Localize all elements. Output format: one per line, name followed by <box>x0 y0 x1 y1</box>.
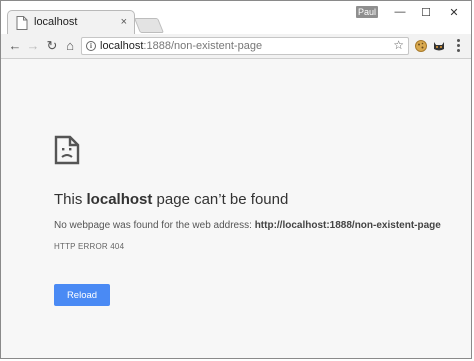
user-profile-badge[interactable]: Paul <box>356 6 378 18</box>
tab-strip: localhost × Paul — ☐ ✕ <box>1 1 471 34</box>
menu-icon[interactable] <box>457 39 461 53</box>
reload-button[interactable]: Reload <box>54 284 110 306</box>
address-bar[interactable]: i localhost:1888/non-existent-page ☆ <box>81 37 409 55</box>
document-icon <box>16 16 28 30</box>
url-host: localhost <box>100 40 144 52</box>
info-icon[interactable]: i <box>86 41 96 51</box>
maximize-button[interactable]: ☐ <box>419 6 433 19</box>
error-heading: This localhost page can’t be found <box>54 191 288 208</box>
forward-icon[interactable]: → <box>25 38 41 54</box>
url-path: :1888/non-existent-page <box>143 40 263 52</box>
desc-prefix: No webpage was found for the web address… <box>54 220 255 231</box>
heading-prefix: This <box>54 191 87 208</box>
sad-document-icon <box>54 135 80 165</box>
tab-title: localhost <box>34 16 78 28</box>
star-icon[interactable]: ☆ <box>393 38 404 52</box>
back-icon[interactable]: ← <box>7 38 23 54</box>
url-text[interactable]: localhost:1888/non-existent-page <box>100 40 262 52</box>
cat-extension-icon[interactable] <box>432 39 446 53</box>
heading-suffix: page can’t be found <box>152 191 289 208</box>
window-close-button[interactable]: ✕ <box>447 6 461 19</box>
minimize-button[interactable]: — <box>393 6 407 18</box>
tab-localhost[interactable]: localhost × <box>7 10 135 34</box>
cookie-extension-icon[interactable] <box>414 39 428 53</box>
new-tab-button[interactable] <box>133 18 165 33</box>
browser-toolbar: ← → ↻ ⌂ i localhost:1888/non-existent-pa… <box>1 34 471 59</box>
home-icon[interactable]: ⌂ <box>62 38 78 54</box>
error-code: HTTP ERROR 404 <box>54 242 125 251</box>
heading-host: localhost <box>86 191 153 208</box>
browser-window: localhost × Paul — ☐ ✕ ← → ↻ ⌂ i localho… <box>0 0 472 359</box>
reload-icon[interactable]: ↻ <box>44 38 60 54</box>
error-description: No webpage was found for the web address… <box>54 220 441 231</box>
close-icon[interactable]: × <box>121 15 127 29</box>
desc-url: http://localhost:1888/non-existent-page <box>254 220 441 231</box>
error-page: This localhost page can’t be found No we… <box>1 59 471 358</box>
